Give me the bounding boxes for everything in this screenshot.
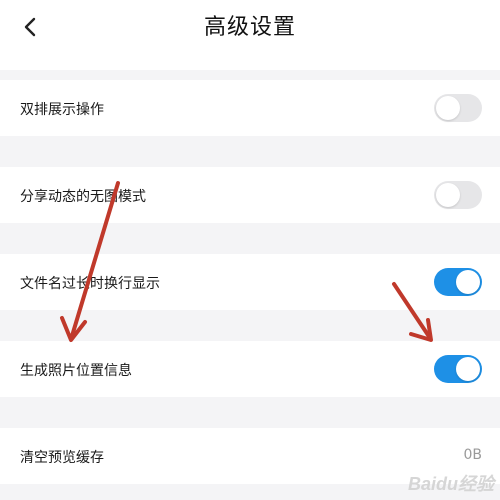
watermark-logo: Baidu经验 [407,474,494,494]
setting-row-photo-location-info[interactable]: 生成照片位置信息 [0,341,500,397]
setting-row-share-no-image-mode[interactable]: 分享动态的无图模式 [0,167,500,223]
long-filename-wrap-toggle[interactable] [434,268,482,296]
toggle-knob [436,96,460,120]
annotation-arrows [60,181,433,342]
cache-size-value: 0B [463,447,482,463]
toggle-knob [436,183,460,207]
annotation-arrowhead-right [409,318,433,342]
header-bar: 高级设置 [0,0,500,70]
advanced-settings-screen: 高级设置 双排展示操作 分享动态的无图模式 文件名过长时换行显示 生成照片位置信… [0,0,500,500]
page-title: 高级设置 [203,15,296,40]
dual-row-actions-toggle[interactable] [434,94,482,122]
setting-label: 分享动态的无图模式 [20,189,146,205]
annotation-arrowhead-left [60,316,87,342]
toggle-knob [456,357,480,381]
setting-label: 生成照片位置信息 [20,363,132,379]
toggle-knob [456,270,480,294]
share-no-image-mode-toggle[interactable] [434,181,482,209]
setting-row-long-filename-wrap[interactable]: 文件名过长时换行显示 [0,254,500,310]
setting-label: 清空预览缓存 [20,450,104,466]
setting-label: 文件名过长时换行显示 [20,276,160,292]
photo-location-info-toggle[interactable] [434,355,482,383]
setting-row-dual-row-actions[interactable]: 双排展示操作 [0,80,500,136]
setting-label: 双排展示操作 [20,102,104,118]
